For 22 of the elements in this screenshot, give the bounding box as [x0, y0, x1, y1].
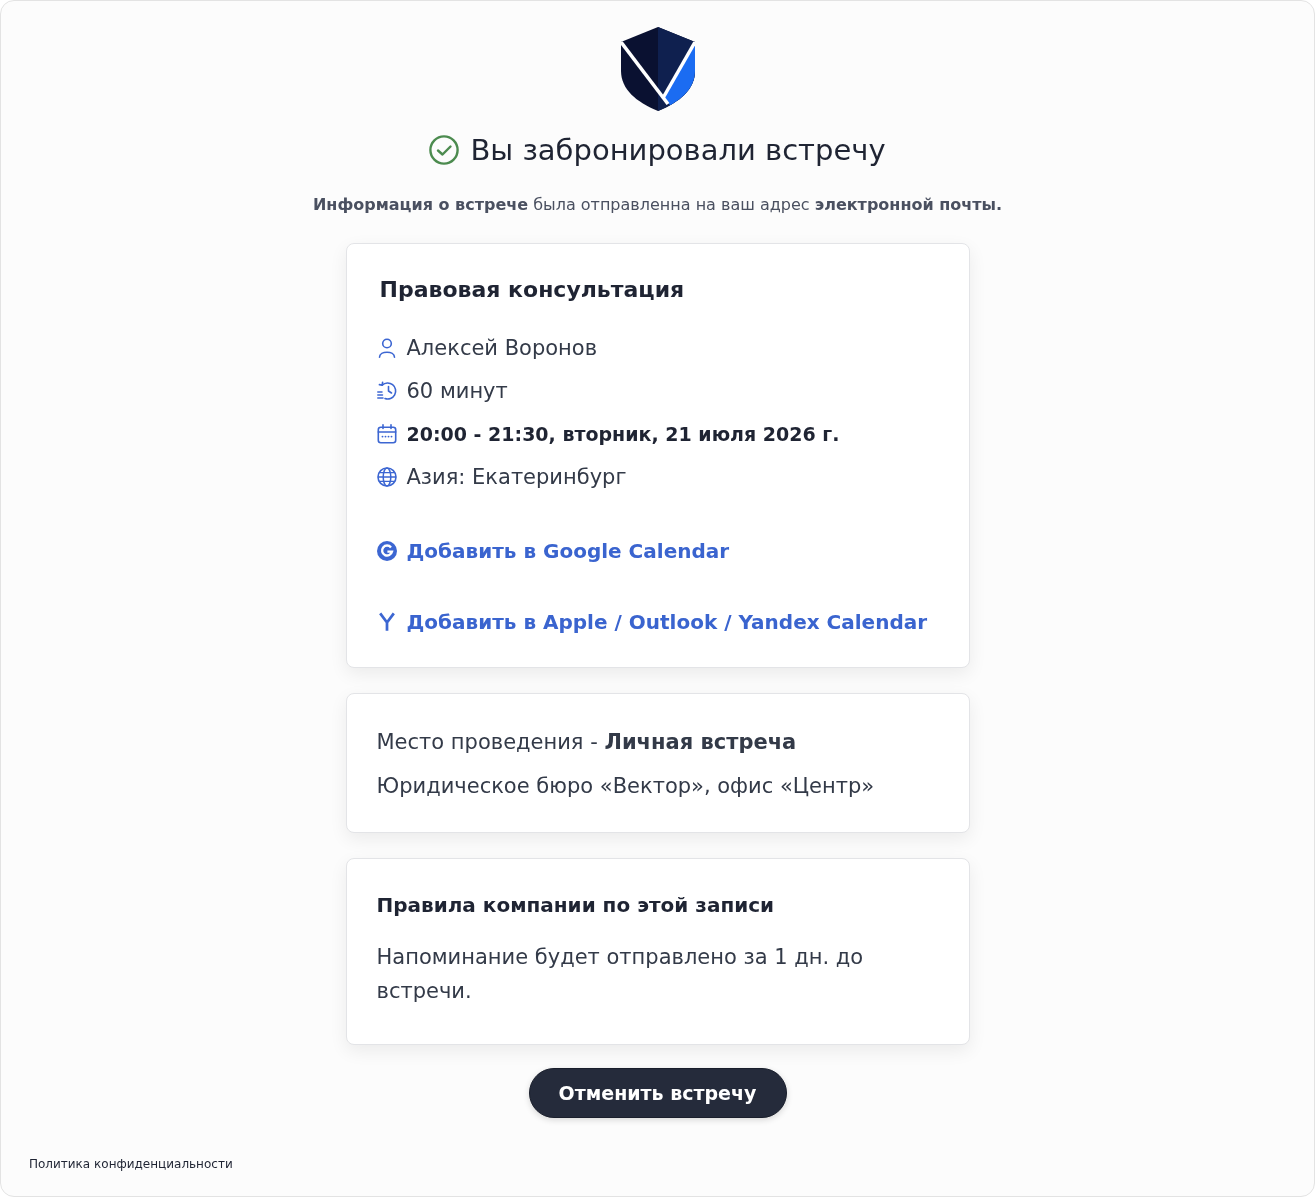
rules-text: Напоминание будет отправлено за 1 дн. до встречи. [376, 944, 865, 1005]
privacy-policy-link[interactable]: Политика конфиденциальности [29, 1156, 233, 1172]
add-to-calendar-link[interactable]: Добавить в Apple / Outlook / Yandex Calendar [376, 607, 928, 637]
calendar-icon [376, 423, 397, 444]
confirmation-text: Информация о встрече была отправленна на ваш адрес электронной почты. [312, 194, 1003, 216]
card-title: Правовая консультация [378, 276, 686, 304]
location-address-text: Юридическое бюро «Вектор», офис «Центр» [376, 773, 876, 800]
clock-history-icon [376, 380, 397, 401]
cancel-button[interactable]: Отменить встречу [528, 1068, 787, 1118]
detail-text: Азия: Екатеринбург [406, 463, 627, 491]
y-letter-icon [376, 612, 397, 632]
person-icon [376, 337, 397, 358]
g-letter-icon [376, 541, 397, 561]
location-type-text: Место проведения - Личная встреча [376, 729, 798, 756]
check-circle-icon [429, 135, 460, 165]
page-heading: Вы забронировали встречу [470, 132, 886, 168]
add-to-calendar-link[interactable]: Добавить в Google Calendar [376, 536, 730, 566]
detail-text: Алексей Воронов [406, 334, 598, 362]
detail-text: 60 минут [406, 377, 508, 405]
detail-text: 20:00 - 21:30, вторник, 21 июля 2026 г. [406, 421, 840, 447]
globe-icon [376, 466, 397, 487]
card-title: Правила компании по этой записи [376, 892, 776, 919]
